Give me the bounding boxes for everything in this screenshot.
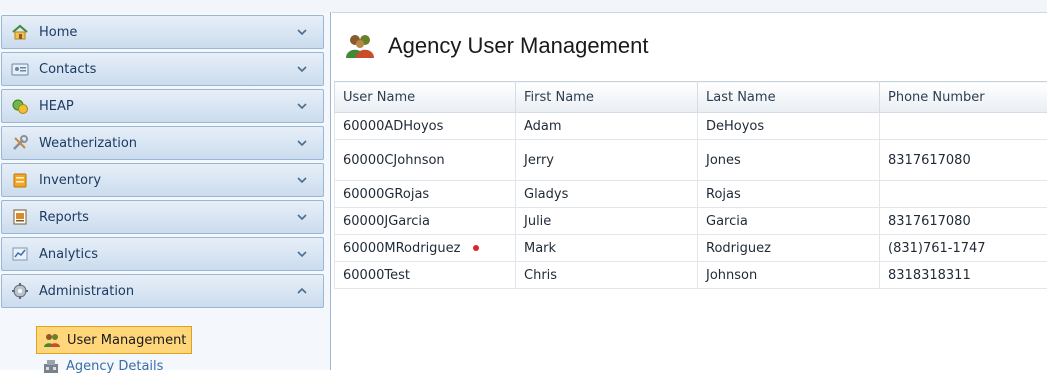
table-row[interactable]: 60000JGarcia Julie Garcia 8317617080 — [335, 208, 1047, 235]
chevron-up-icon[interactable] — [295, 284, 309, 298]
contacts-card-icon — [11, 60, 29, 78]
nav-reports[interactable]: Reports — [1, 200, 324, 234]
cell-first-name: Jerry — [516, 140, 698, 181]
gear-icon — [11, 282, 29, 300]
cell-first-name: Mark — [516, 235, 698, 262]
page-title: Agency User Management — [388, 33, 648, 59]
main-panel: Agency User Management User Name First N… — [332, 12, 1047, 371]
table-row[interactable]: 60000ADHoyos Adam DeHoyos — [335, 113, 1047, 140]
cell-user-name: 60000CJohnson — [335, 140, 516, 181]
cell-first-name: Julie — [516, 208, 698, 235]
nav-label: Reports — [39, 210, 89, 225]
cell-first-name: Gladys — [516, 181, 698, 208]
nav-label: Inventory — [39, 173, 101, 188]
chevron-down-icon[interactable] — [295, 136, 309, 150]
sidebar: Home Contacts HEAP Weatherization Invent… — [0, 12, 331, 370]
user-table: User Name First Name Last Name Phone Num… — [334, 81, 1047, 289]
money-icon — [11, 97, 29, 115]
status-dot-icon — [473, 245, 479, 251]
users-icon — [43, 332, 61, 348]
cell-phone-number — [880, 181, 1047, 208]
cell-last-name: Garcia — [698, 208, 880, 235]
table-row[interactable]: 60000MRodriguez Mark Rodriguez (831)761-… — [335, 235, 1047, 262]
cell-user-name: 60000GRojas — [335, 181, 516, 208]
reports-icon — [11, 208, 29, 226]
inventory-icon — [11, 171, 29, 189]
chevron-down-icon[interactable] — [295, 247, 309, 261]
cell-phone-number: 8317617080 — [880, 208, 1047, 235]
subnav-agency-details[interactable]: Agency Details — [42, 355, 163, 377]
cell-user-name: 60000MRodriguez — [335, 235, 516, 262]
cell-phone-number: 8318318311 — [880, 262, 1047, 289]
nav-label: Contacts — [39, 62, 96, 77]
chevron-down-icon[interactable] — [295, 173, 309, 187]
nav-label: Home — [39, 25, 77, 40]
nav-weatherization[interactable]: Weatherization — [1, 126, 324, 160]
cell-last-name: Rojas — [698, 181, 880, 208]
column-header-first-name[interactable]: First Name — [516, 82, 698, 113]
cell-user-name: 60000JGarcia — [335, 208, 516, 235]
table-row[interactable]: 60000GRojas Gladys Rojas — [335, 181, 1047, 208]
cell-last-name: DeHoyos — [698, 113, 880, 140]
column-header-phone-number[interactable]: Phone Number — [880, 82, 1047, 113]
table-row[interactable]: 60000Test Chris Johnson 8318318311 — [335, 262, 1047, 289]
cell-first-name: Chris — [516, 262, 698, 289]
chevron-down-icon[interactable] — [295, 210, 309, 224]
cell-first-name: Adam — [516, 113, 698, 140]
users-icon — [344, 30, 376, 62]
nav-label: Administration — [39, 284, 134, 299]
cell-last-name: Rodriguez — [698, 235, 880, 262]
nav-contacts[interactable]: Contacts — [1, 52, 324, 86]
nav-analytics[interactable]: Analytics — [1, 237, 324, 271]
nav-label: HEAP — [39, 99, 74, 114]
cell-user-name: 60000Test — [335, 262, 516, 289]
chevron-down-icon[interactable] — [295, 62, 309, 76]
nav-label: Analytics — [39, 247, 98, 262]
column-header-last-name[interactable]: Last Name — [698, 82, 880, 113]
nav-administration[interactable]: Administration — [1, 274, 324, 308]
table-header-row: User Name First Name Last Name Phone Num… — [335, 82, 1047, 113]
home-icon — [11, 23, 29, 41]
cell-last-name: Jones — [698, 140, 880, 181]
nav-inventory[interactable]: Inventory — [1, 163, 324, 197]
chevron-down-icon[interactable] — [295, 99, 309, 113]
cell-user-name: 60000ADHoyos — [335, 113, 516, 140]
chevron-down-icon[interactable] — [295, 25, 309, 39]
cell-phone-number: 8317617080 — [880, 140, 1047, 181]
nav-home[interactable]: Home — [1, 15, 324, 49]
nav-heap[interactable]: HEAP — [1, 89, 324, 123]
cell-phone-number — [880, 113, 1047, 140]
cell-user-name-text: 60000MRodriguez — [343, 241, 461, 256]
subnav-label: User Management — [67, 333, 186, 348]
subnav-user-management[interactable]: User Management — [36, 326, 192, 354]
top-strip — [0, 0, 1047, 12]
cell-last-name: Johnson — [698, 262, 880, 289]
nav-label: Weatherization — [39, 136, 137, 151]
analytics-icon — [11, 245, 29, 263]
subnav-label: Agency Details — [66, 359, 163, 374]
table-row[interactable]: 60000CJohnson Jerry Jones 8317617080 — [335, 140, 1047, 181]
page-header: Agency User Management — [332, 13, 1047, 79]
tools-icon — [11, 134, 29, 152]
cell-phone-number: (831)761-1747 — [880, 235, 1047, 262]
agency-icon — [42, 358, 60, 374]
column-header-user-name[interactable]: User Name — [335, 82, 516, 113]
